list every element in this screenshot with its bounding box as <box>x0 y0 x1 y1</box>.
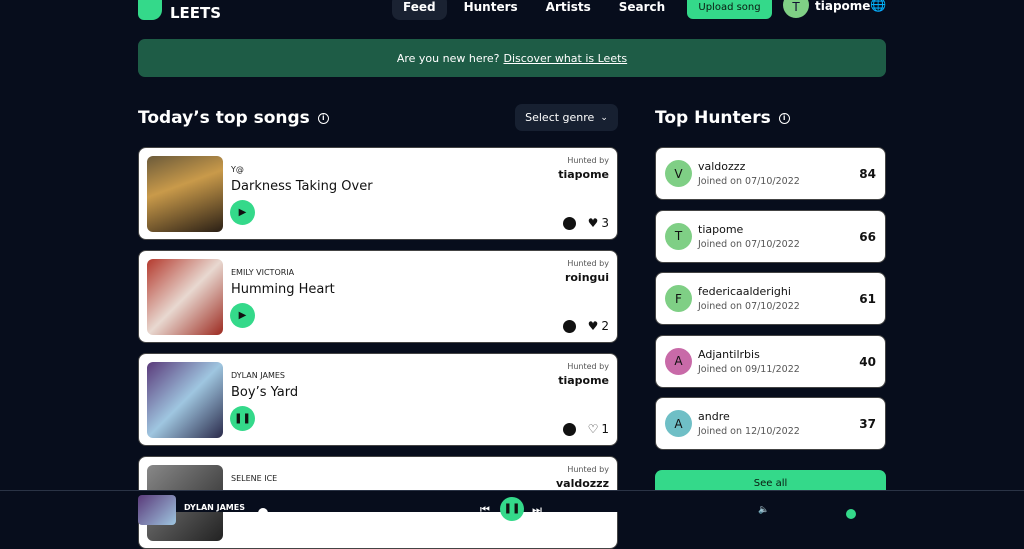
hunter-score: 37 <box>859 417 876 431</box>
volume-icon[interactable]: 🔈 <box>758 505 769 515</box>
discover-link[interactable]: Discover what is Leets <box>503 52 627 65</box>
nav-hunters[interactable]: Hunters <box>453 0 529 20</box>
hunter-name[interactable]: Adjantilrbis <box>698 348 760 361</box>
hunter-avatar: V <box>665 160 692 187</box>
user-name[interactable]: tiapome <box>815 0 870 13</box>
song-artist[interactable]: EMILY VICTORIA <box>231 268 294 277</box>
hunter-card[interactable]: A andre Joined on 12/10/2022 37 <box>655 397 886 450</box>
hunter-joined: Joined on 07/10/2022 <box>698 238 800 250</box>
song-artist[interactable]: DYLAN JAMES <box>231 371 285 380</box>
player-album-art <box>138 495 176 525</box>
hunter-joined: Joined on 07/10/2022 <box>698 301 800 312</box>
hunter-name[interactable]: tiapome <box>558 168 609 181</box>
nav-search[interactable]: Search <box>608 0 676 20</box>
hunter-name[interactable]: valdozzz <box>698 160 745 173</box>
genre-label: Select genre <box>525 111 595 124</box>
previous-icon[interactable]: ⏮ <box>480 503 490 517</box>
info-icon[interactable]: i <box>317 112 329 124</box>
hunter-avatar: A <box>665 347 692 375</box>
player-bar: DYLAN JAMES ⏮ ❚❚ ⏭ 🔈 <box>0 490 1024 525</box>
like-count: 3 <box>601 216 609 230</box>
user-avatar[interactable]: T <box>783 0 809 18</box>
hunter-joined: Joined on 07/10/2022 <box>698 176 800 187</box>
hunter-card[interactable]: A Adjantilrbis Joined on 09/11/2022 40 <box>655 334 886 388</box>
album-art <box>147 156 223 232</box>
hunter-name[interactable]: roingui <box>565 271 609 284</box>
logo-mark-icon <box>138 0 162 20</box>
hunter-name[interactable]: tiapome <box>558 374 609 387</box>
album-art <box>147 259 223 335</box>
song-title[interactable]: Humming Heart <box>231 282 335 297</box>
hunter-score: 84 <box>859 167 876 181</box>
hunter-joined: Joined on 09/11/2022 <box>698 363 800 375</box>
hunter-card[interactable]: T tiapome Joined on 07/10/2022 66 <box>655 209 886 263</box>
hunter-name[interactable]: federicaalderighi <box>698 285 791 298</box>
nav-feed[interactable]: Feed <box>392 0 447 20</box>
hunter-score: 40 <box>859 354 876 369</box>
song-title[interactable]: Boy’s Yard <box>231 385 298 400</box>
genre-select[interactable]: Select genre ⌄ <box>515 104 618 131</box>
progress-handle[interactable] <box>258 508 268 518</box>
player-artist: DYLAN JAMES <box>184 503 245 512</box>
logo[interactable]: LEETS <box>138 0 221 22</box>
hunted-by-label: Hunted by <box>567 362 609 371</box>
spotify-icon[interactable] <box>562 216 576 230</box>
play-button[interactable]: ▶ <box>230 303 255 328</box>
hunter-name[interactable]: valdozzz <box>556 477 609 490</box>
globe-icon[interactable]: 🌐 <box>870 0 886 13</box>
songs-heading: Today’s top songs i <box>138 108 329 128</box>
song-card[interactable]: Y@ Darkness Taking Over ▶ Hunted by tiap… <box>138 147 618 240</box>
hunter-name[interactable]: andre <box>698 410 730 423</box>
song-card[interactable]: DYLAN JAMES Boy’s Yard ❚❚ Hunted by tiap… <box>138 353 618 446</box>
pause-button[interactable]: ❚❚ <box>230 406 255 431</box>
song-card[interactable]: EMILY VICTORIA Humming Heart ▶ Hunted by… <box>138 250 618 343</box>
spotify-icon[interactable] <box>562 422 576 436</box>
nav-artists[interactable]: Artists <box>535 0 602 20</box>
hunter-joined: Joined on 12/10/2022 <box>698 426 800 437</box>
song-artist[interactable]: SELENE ICE <box>231 474 277 483</box>
like-count: 1 <box>601 422 609 436</box>
heart-outline-icon[interactable]: ♡ <box>588 422 599 436</box>
play-button[interactable]: ▶ <box>230 200 255 225</box>
banner-text: Are you new here? <box>396 51 500 65</box>
info-icon[interactable]: i <box>778 112 790 124</box>
welcome-banner: Are you new here? Discover what is Leets <box>138 39 886 77</box>
hunter-name[interactable]: tiapome <box>698 223 743 236</box>
hunted-by-label: Hunted by <box>567 465 609 474</box>
hunters-heading: Top Hunters i <box>655 108 790 128</box>
hunter-card[interactable]: V valdozzz Joined on 07/10/2022 84 <box>655 147 886 200</box>
main-nav: Feed Hunters Artists Search <box>392 0 676 20</box>
hunter-score: 66 <box>859 229 876 244</box>
hunter-avatar: A <box>665 410 692 437</box>
song-artist[interactable]: Y@ <box>231 165 244 174</box>
like-count: 2 <box>601 319 609 333</box>
spotify-icon[interactable] <box>562 319 576 333</box>
hunters-title: Top Hunters <box>655 108 771 128</box>
hunter-card[interactable]: F federicaalderighi Joined on 07/10/2022… <box>655 272 886 325</box>
songs-title: Today’s top songs <box>138 108 310 128</box>
next-icon[interactable]: ⏭ <box>532 503 542 517</box>
song-title[interactable]: Darkness Taking Over <box>231 179 373 194</box>
album-art <box>147 362 223 438</box>
chevron-down-icon: ⌄ <box>600 112 608 123</box>
volume-slider[interactable] <box>846 509 856 519</box>
pause-button[interactable]: ❚❚ <box>500 497 524 521</box>
heart-filled-icon[interactable]: ♥ <box>588 319 599 333</box>
hunted-by-label: Hunted by <box>567 259 609 268</box>
hunter-avatar: T <box>665 222 692 250</box>
heart-filled-icon[interactable]: ♥ <box>588 216 599 230</box>
upload-song-button[interactable]: Upload song <box>687 0 772 19</box>
hunter-avatar: F <box>665 285 692 312</box>
hunter-score: 61 <box>859 292 876 306</box>
hunted-by-label: Hunted by <box>567 156 609 165</box>
